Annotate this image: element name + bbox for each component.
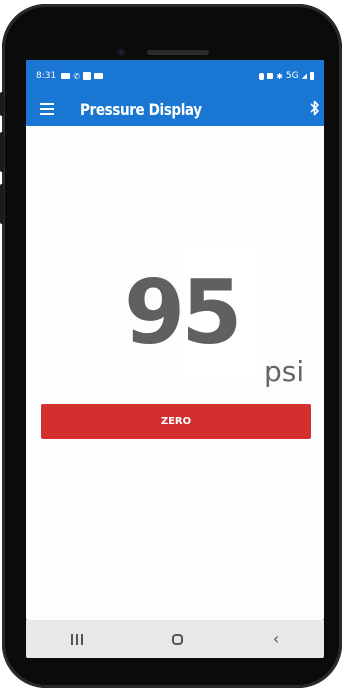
home-icon[interactable]: [172, 633, 184, 645]
lock-icon: [259, 72, 265, 80]
volume-down-button: [0, 132, 4, 172]
battery-icon: [310, 72, 314, 80]
earpiece-speaker: [147, 50, 209, 55]
vibrate-icon: ✱: [276, 71, 283, 81]
back-icon[interactable]: ‹: [273, 631, 279, 647]
status-bar: 8:31 ✆ ✱ 5G ◢: [26, 60, 324, 92]
nfc-icon: [267, 73, 274, 79]
network-type: 5G: [285, 71, 299, 81]
linkedin-notification-icon: [82, 72, 91, 80]
youtube-notification-icon: [61, 73, 71, 79]
side-button: [0, 184, 4, 224]
recent-apps-icon[interactable]: [70, 633, 83, 645]
pressure-value: 95: [124, 261, 242, 364]
missed-call-icon: ✆: [73, 71, 80, 81]
front-camera: [117, 48, 126, 57]
youtube-notification-icon-2: [93, 73, 103, 79]
main-content: 95 psi ZERO: [26, 126, 324, 620]
status-right: ✱ 5G ◢: [259, 71, 314, 81]
system-nav-bar: ‹: [26, 620, 324, 658]
volume-up-button: [0, 92, 4, 116]
signal-icon: ◢: [301, 72, 307, 80]
hamburger-menu-icon[interactable]: [40, 103, 54, 115]
page-title: Pressure Display: [80, 99, 202, 119]
zero-button[interactable]: ZERO: [41, 404, 311, 439]
status-left: 8:31 ✆: [36, 71, 103, 81]
status-time: 8:31: [36, 71, 57, 81]
app-screen: 8:31 ✆ ✱ 5G ◢ Pressure Display 95 psi ZE…: [26, 60, 324, 620]
app-bar: Pressure Display: [26, 92, 324, 126]
pressure-unit: psi: [264, 355, 305, 388]
bluetooth-icon[interactable]: [310, 100, 320, 116]
